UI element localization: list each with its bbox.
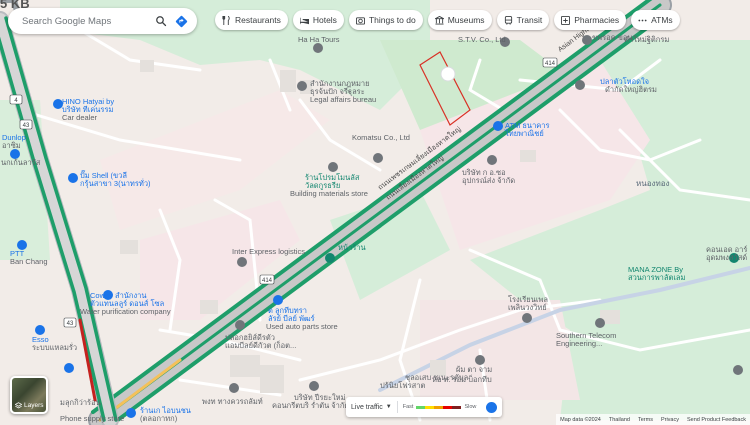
poi-pin [575,80,585,90]
poi-pin [126,408,136,418]
poi-label-southern-2: Engineering... [556,339,602,348]
poi-label-company-2: อุปกรณ์ส่ง จ้ากัด [462,176,515,185]
svg-text:414: 414 [262,278,273,284]
poi-label-mana-2: สวนการพาลัตเลม [628,273,685,282]
route-shield-43: 43 [63,317,77,328]
traffic-toggle[interactable] [486,401,497,413]
poi-pin [235,320,245,330]
poi-label-dunlop: นกเก้นลารัส [1,158,41,167]
directions-icon[interactable] [171,11,191,31]
poi-pin [440,66,456,82]
layers-button[interactable]: Layers [10,376,48,414]
poi-label-bottom-8: (ตลอกาทก) [140,414,178,423]
poi-pin [273,295,283,305]
poi-pin [493,121,503,131]
map-data-text: Map data ©2024 [560,416,601,423]
route-shield-43: 43 [19,119,33,130]
layers-label: Layers [24,402,44,409]
poi-pin [522,313,532,323]
poi-label-stv: S.T.V. Co., Ltd [458,35,506,44]
search-box[interactable] [8,8,197,34]
poi-label-shell-2: กรุ้นสาขา 3(นาทรทั่ว) [80,178,151,188]
poi-pin [328,162,338,172]
map-footer: Map data ©2024 Thailand Terms Privacy Se… [556,414,750,425]
chip-things-to-do[interactable]: Things to do [348,10,423,30]
chip-hotels[interactable]: Hotels [292,10,344,30]
svg-text:43: 43 [67,321,74,327]
poi-pin [733,365,743,375]
poi-pin [297,81,307,91]
poi-pin [309,381,319,391]
poi-label-rightmid-2: อุดมพงสวัสด์ [706,253,747,262]
poi-label-hahatours: Ha Ha Tours [298,35,340,44]
live-traffic-dropdown[interactable]: Live traffic ▼ [351,404,392,411]
poi-pin [64,363,74,373]
chip-museums[interactable]: Museums [427,10,492,30]
poi-pin [325,253,335,263]
svg-text:43: 43 [23,123,30,129]
country-link[interactable]: Thailand [609,417,630,423]
live-traffic-panel: Live traffic ▼ Fast Slow [346,397,502,417]
poi-label-dunlop-3: อาซิม [2,141,21,150]
area-label: หนองทอง [636,179,670,188]
residential-area [420,300,580,400]
chip-restaurants[interactable]: Restaurants [215,10,288,30]
poi-label-shop: หน้าร้าน [338,243,366,252]
search-input[interactable] [20,14,151,28]
poi-pin [68,173,78,183]
poi-label-area-2: ดำกัดใหญ่ฮิตรม [605,85,657,94]
poi-pin [237,257,247,267]
route-shield-414: 414 [259,274,275,285]
more-dots-icon [638,19,647,21]
poi-pin [229,383,239,393]
chip-pharmacies[interactable]: Pharmacies [554,10,627,30]
poi-pin [35,325,45,335]
poi-label-ptt-2: Ban Chang [10,257,48,266]
poi-pin [487,155,497,165]
poi-pin [595,318,605,328]
poi-pin [475,355,485,365]
traffic-legend: Fast Slow [402,404,477,410]
poi-pin [313,43,323,53]
route-shield-414: 414 [542,57,558,68]
poi-label-inter: Inter Express logistics [232,247,305,256]
chevron-down-icon: ▼ [385,404,392,410]
bed-icon [299,17,309,24]
poi-label-esso-2: ระบบแหลมรั่ว [32,342,77,352]
chip-transit[interactable]: Transit [496,10,550,30]
transit-icon [504,15,512,25]
camera-icon [355,16,365,25]
search-icon[interactable] [151,11,171,31]
poi-label-bottom-10: มลุกกิว่าร้อน [60,398,101,407]
pharmacy-icon [561,15,571,25]
poi-label-komatsu: Komatsu Co., Ltd [352,133,410,142]
layers-icon [15,402,22,409]
route-shield-4: 4 [9,94,23,105]
poi-label-car-dealer: Car dealer [62,113,98,122]
poi-label-atm-2: ไทยพาณิชย์ [504,129,544,138]
poi-label-bottom-9: ชุลอเสบ ชเนะรตับล [405,373,468,382]
poi-label-toyota-2: แอมบีลย์ดีกัวต (ก็อต... [225,340,296,350]
category-chips: Restaurants Hotels Things to do Museums … [215,10,680,30]
poi-label-used-3: Used auto parts store [266,322,338,331]
chip-atms[interactable]: ATMs [631,10,680,30]
poi-label-coway-3: Water purification company [80,307,171,316]
poi-label-office-3: Legal affairs bureau [310,95,376,104]
poi-pin [373,153,383,163]
poi-label-right-top-3: คำใหม่ฐิติกรม [624,35,669,44]
fork-knife-icon [222,15,230,25]
poi-label-bottom-4: ปร้นิยโฟรสาต [380,381,425,390]
poi-label-bottom-5: พงท ทางควรถลัมท์ [202,397,263,406]
svg-text:414: 414 [545,61,556,67]
privacy-link[interactable]: Privacy [661,417,679,423]
feedback-link[interactable]: Send Product Feedback [687,417,746,423]
map-canvas[interactable]: ถนนเพชรเกษมเลี่ยงเมืองหาดใหญ่ ถนนเลี่ยงเ… [0,0,750,425]
poi-label-bottom-3: คอนกรีตบริ ร่ำตัน จ้ากัด [272,400,349,410]
poi-label-bottom-11: Phone supply store [60,414,124,423]
terms-link[interactable]: Terms [638,417,653,423]
museum-icon [434,15,444,25]
poi-pin [582,35,592,45]
poi-label-school-2: เพลินวงวิทย์ [508,303,547,312]
poi-label-building-3: Building materials store [290,189,368,198]
